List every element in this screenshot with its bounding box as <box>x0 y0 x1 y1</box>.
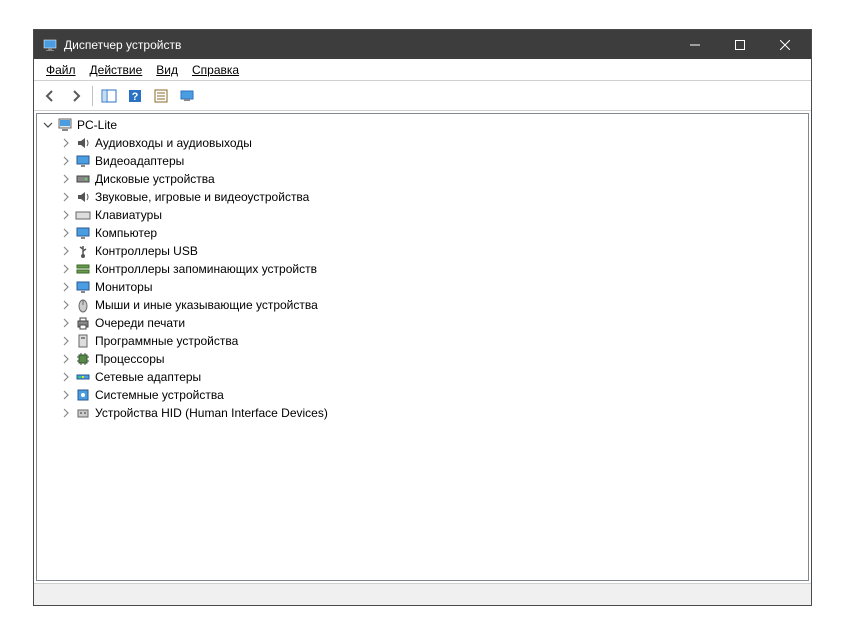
expand-right-icon[interactable] <box>59 226 73 240</box>
tree-category[interactable]: Звуковые, игровые и видеоустройства <box>37 188 808 206</box>
show-hide-tree-button[interactable] <box>97 84 121 108</box>
expand-right-icon[interactable] <box>59 280 73 294</box>
device-manager-window: Диспетчер устройств Файл Действие Вид Сп… <box>33 29 812 606</box>
expand-right-icon[interactable] <box>59 388 73 402</box>
close-button[interactable] <box>762 30 807 59</box>
menu-file[interactable]: Файл <box>40 61 82 79</box>
expand-right-icon[interactable] <box>59 406 73 420</box>
tree-root[interactable]: PC-Lite <box>37 116 808 134</box>
expand-right-icon[interactable] <box>59 298 73 312</box>
tree-category[interactable]: Системные устройства <box>37 386 808 404</box>
tree-category[interactable]: Мыши и иные указывающие устройства <box>37 296 808 314</box>
minimize-button[interactable] <box>672 30 717 59</box>
tree-category[interactable]: Аудиовходы и аудиовыходы <box>37 134 808 152</box>
tree-category[interactable]: Видеоадаптеры <box>37 152 808 170</box>
toolbar-separator <box>92 86 93 106</box>
tree-category[interactable]: Устройства HID (Human Interface Devices) <box>37 404 808 422</box>
tree-category-label: Программные устройства <box>95 334 238 348</box>
monitor-icon <box>75 279 91 295</box>
tree-category-label: Компьютер <box>95 226 157 240</box>
forward-button[interactable] <box>64 84 88 108</box>
toolbar: ? <box>34 81 811 111</box>
scan-hardware-button[interactable] <box>175 84 199 108</box>
tree-category-label: Мониторы <box>95 280 152 294</box>
tree-category[interactable]: Процессоры <box>37 350 808 368</box>
storage-ctrl-icon <box>75 261 91 277</box>
system-icon <box>75 387 91 403</box>
device-tree-container[interactable]: PC-Lite Аудиовходы и аудиовыходы Видеоада… <box>36 113 809 581</box>
menu-help[interactable]: Справка <box>186 61 245 79</box>
menu-view[interactable]: Вид <box>150 61 184 79</box>
statusbar <box>34 583 811 605</box>
cpu-icon <box>75 351 91 367</box>
expand-right-icon[interactable] <box>59 352 73 366</box>
tree-category-label: Клавиатуры <box>95 208 162 222</box>
tree-category[interactable]: Компьютер <box>37 224 808 242</box>
disk-icon <box>75 171 91 187</box>
properties-button[interactable] <box>149 84 173 108</box>
expand-right-icon[interactable] <box>59 190 73 204</box>
hid-icon <box>75 405 91 421</box>
expand-right-icon[interactable] <box>59 334 73 348</box>
menubar: Файл Действие Вид Справка <box>34 59 811 81</box>
network-icon <box>75 369 91 385</box>
tree-category-label: Устройства HID (Human Interface Devices) <box>95 406 328 420</box>
expand-right-icon[interactable] <box>59 262 73 276</box>
device-tree: PC-Lite Аудиовходы и аудиовыходы Видеоада… <box>37 114 808 424</box>
expand-right-icon[interactable] <box>59 154 73 168</box>
tree-category-label: Видеоадаптеры <box>95 154 184 168</box>
computer-icon <box>57 117 73 133</box>
back-button[interactable] <box>38 84 62 108</box>
app-icon <box>42 37 58 53</box>
computer-cat-icon <box>75 225 91 241</box>
tree-category-label: Аудиовходы и аудиовыходы <box>95 136 252 150</box>
tree-category-label: Контроллеры USB <box>95 244 198 258</box>
tree-category[interactable]: Очереди печати <box>37 314 808 332</box>
tree-category[interactable]: Клавиатуры <box>37 206 808 224</box>
audio-icon <box>75 135 91 151</box>
tree-category-label: Контроллеры запоминающих устройств <box>95 262 317 276</box>
tree-category[interactable]: Дисковые устройства <box>37 170 808 188</box>
maximize-button[interactable] <box>717 30 762 59</box>
printer-icon <box>75 315 91 331</box>
tree-category-label: Мыши и иные указывающие устройства <box>95 298 318 312</box>
tree-category-label: Очереди печати <box>95 316 185 330</box>
tree-category[interactable]: Контроллеры запоминающих устройств <box>37 260 808 278</box>
tree-category[interactable]: Программные устройства <box>37 332 808 350</box>
expand-down-icon[interactable] <box>41 118 55 132</box>
tree-category-label: Звуковые, игровые и видеоустройства <box>95 190 309 204</box>
expand-right-icon[interactable] <box>59 208 73 222</box>
expand-right-icon[interactable] <box>59 316 73 330</box>
software-icon <box>75 333 91 349</box>
svg-text:?: ? <box>132 91 139 103</box>
menu-action[interactable]: Действие <box>84 61 149 79</box>
mouse-icon <box>75 297 91 313</box>
tree-category-label: Системные устройства <box>95 388 224 402</box>
display-icon <box>75 153 91 169</box>
expand-right-icon[interactable] <box>59 244 73 258</box>
tree-category-label: Дисковые устройства <box>95 172 215 186</box>
window-title: Диспетчер устройств <box>64 38 672 52</box>
usb-icon <box>75 243 91 259</box>
tree-category[interactable]: Сетевые адаптеры <box>37 368 808 386</box>
tree-category-label: Процессоры <box>95 352 165 366</box>
keyboard-icon <box>75 207 91 223</box>
tree-category-label: Сетевые адаптеры <box>95 370 201 384</box>
expand-right-icon[interactable] <box>59 136 73 150</box>
titlebar: Диспетчер устройств <box>34 30 811 59</box>
audio-icon <box>75 189 91 205</box>
expand-right-icon[interactable] <box>59 172 73 186</box>
tree-category[interactable]: Контроллеры USB <box>37 242 808 260</box>
help-button[interactable]: ? <box>123 84 147 108</box>
tree-root-label: PC-Lite <box>77 118 117 132</box>
expand-right-icon[interactable] <box>59 370 73 384</box>
tree-category[interactable]: Мониторы <box>37 278 808 296</box>
